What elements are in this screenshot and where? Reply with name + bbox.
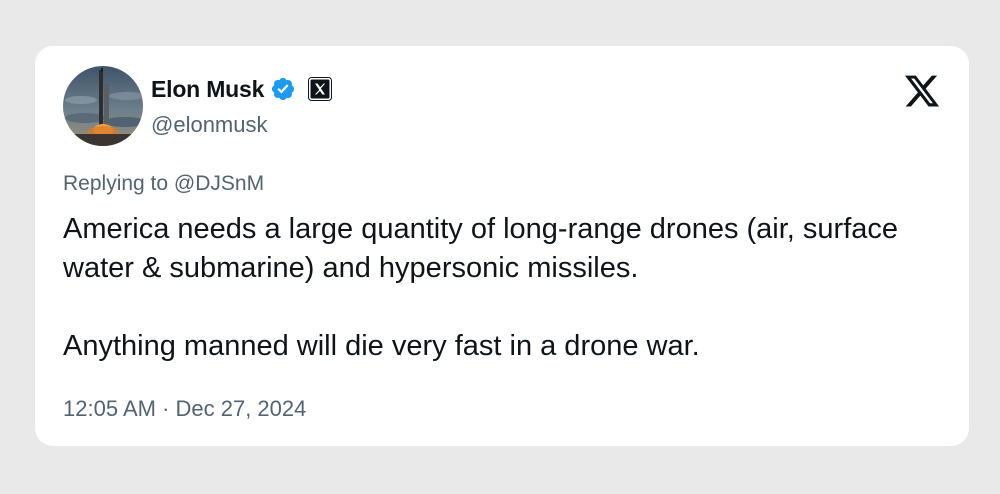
- x-logo-icon[interactable]: [903, 72, 941, 110]
- reply-context[interactable]: Replying to @DJSnM: [63, 172, 264, 196]
- author-display-name[interactable]: Elon Musk: [151, 76, 264, 103]
- x-affiliation-icon[interactable]: [308, 77, 333, 101]
- author-name-row: Elon Musk: [151, 74, 333, 104]
- tweet-timestamp[interactable]: 12:05 AM · Dec 27, 2024: [63, 396, 306, 422]
- avatar[interactable]: [63, 66, 143, 146]
- verified-badge-icon[interactable]: [270, 76, 296, 102]
- rocket-launch-avatar-icon: [63, 66, 143, 146]
- tweet-text: America needs a large quantity of long-r…: [63, 213, 899, 362]
- tweet-card: Elon Musk @elonmusk Replying to @DJSnM A…: [35, 46, 969, 446]
- author-handle[interactable]: @elonmusk: [151, 112, 268, 138]
